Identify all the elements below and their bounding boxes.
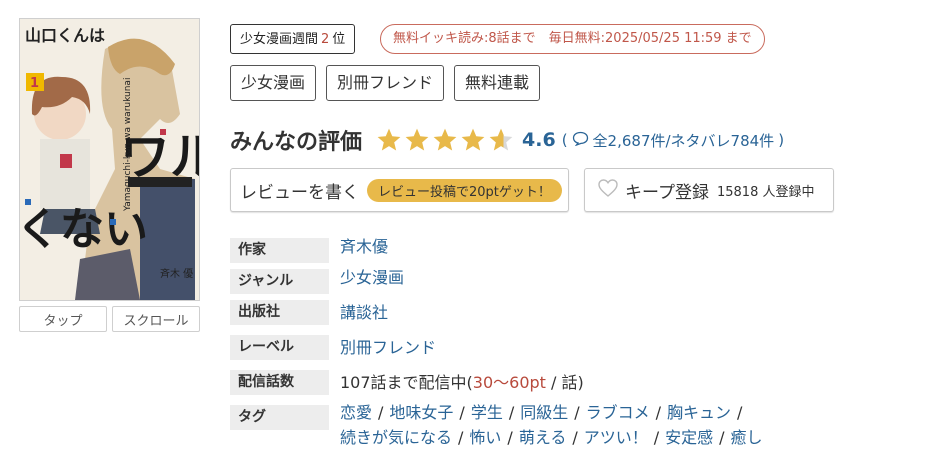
tag-separator: /	[378, 403, 384, 422]
keep-button[interactable]: キープ登録 15818 人登録中	[584, 168, 834, 212]
write-review-button[interactable]: レビューを書く レビュー投稿で20ptゲット！	[230, 168, 569, 212]
tag-link[interactable]: 学生	[471, 403, 503, 422]
chip-shoujo-manga[interactable]: 少女漫画	[230, 65, 317, 101]
speech-bubble-icon	[572, 131, 589, 150]
tag-link[interactable]: 同級生	[520, 403, 568, 422]
keep-label: キープ登録	[625, 182, 709, 203]
review-count-link[interactable]: ( 全2,687件/ネタバレ784件 )	[562, 130, 784, 151]
author-label: 作家	[230, 238, 329, 263]
rank-prefix: 少女漫画週間	[240, 32, 319, 47]
star-icon	[405, 128, 429, 151]
tag-link[interactable]: アツい！	[584, 428, 648, 447]
episodes-suffix: / 話)	[545, 373, 584, 392]
cover-romaji: Yamaguchi-kun wa warukunai	[123, 78, 133, 212]
category-chips: 少女漫画 別冊フレンド 無料連載	[230, 65, 541, 101]
publisher-link[interactable]: 講談社	[340, 302, 388, 324]
write-review-label: レビューを書く	[240, 182, 359, 203]
tag-separator: /	[508, 403, 515, 422]
keep-count: 15818 人登録中	[716, 184, 815, 200]
free-read-badge: 無料イッキ読み:8話まで 毎日無料:2025/05/25 11:59 まで	[380, 24, 765, 54]
tag-link[interactable]: 萌える	[519, 428, 567, 447]
genre-label: ジャンル	[230, 269, 329, 294]
star-icon	[377, 128, 401, 151]
open-paren: (	[561, 131, 568, 149]
tag-separator: /	[655, 403, 662, 422]
rating-stars	[376, 127, 514, 153]
star-icon	[461, 128, 485, 151]
tag-separator: /	[459, 403, 465, 422]
cover-volume: 1	[30, 76, 39, 91]
cover-title-text: 山口くんは	[25, 26, 105, 45]
chip-bessatsu-friend[interactable]: 別冊フレンド	[326, 65, 445, 101]
weekly-rank-badge[interactable]: 少女漫画週間 2 位	[230, 24, 356, 54]
episodes-price: 30〜60pt	[472, 373, 546, 392]
rating-score: 4.6	[522, 129, 556, 151]
scroll-tab[interactable]: スクロール	[112, 306, 200, 332]
tags-line-2: 続きが気になる / 怖い / 萌える / アツい！ / 安定感 / 癒し	[340, 427, 763, 449]
cover-view-tabs: タップ スクロール	[19, 306, 200, 332]
tag-link[interactable]: 続きが気になる	[340, 428, 452, 447]
tags-label: タグ	[230, 405, 329, 430]
publisher-label: 出版社	[230, 300, 329, 325]
tag-separator: /	[507, 428, 513, 447]
imprint-link[interactable]: 別冊フレンド	[340, 337, 436, 359]
star-icon	[489, 128, 513, 151]
rank-number: 2	[321, 32, 330, 47]
episodes-label: 配信話数	[230, 370, 329, 395]
tag-separator: /	[572, 428, 578, 447]
episodes-prefix: 107話まで配信中(	[340, 373, 473, 392]
review-count: 全2,687件/ネタバレ784件	[592, 131, 775, 150]
rating-title: みんなの評価	[230, 130, 363, 155]
tag-link[interactable]: ラブコメ	[586, 403, 650, 422]
star-icon	[433, 128, 457, 151]
cover-author: 斉木 優	[160, 267, 193, 280]
tag-separator: /	[458, 428, 464, 447]
rating-row: みんなの評価 4.6 ( 全2,687件/ネタバレ784件 )	[230, 124, 784, 156]
tag-link[interactable]: 怖い	[469, 428, 501, 447]
tag-link[interactable]: 安定感	[665, 428, 713, 447]
tag-separator: /	[653, 428, 660, 447]
tap-tab[interactable]: タップ	[19, 306, 107, 332]
heart-icon	[597, 178, 619, 202]
tag-separator: /	[574, 403, 580, 422]
close-paren: )	[778, 131, 785, 149]
chip-free-serial[interactable]: 無料連載	[454, 65, 541, 101]
tag-link[interactable]: 癒し	[731, 428, 763, 447]
tag-link[interactable]: 地味女子	[389, 403, 453, 422]
rank-suffix: 位	[332, 32, 346, 47]
tag-separator: /	[719, 428, 725, 447]
tag-separator: /	[737, 403, 743, 422]
tag-link[interactable]: 胸キュン	[667, 403, 731, 422]
genre-link[interactable]: 少女漫画	[340, 267, 404, 289]
tags-line-1: 恋愛 / 地味女子 / 学生 / 同級生 / ラブコメ / 胸キュン /	[340, 402, 748, 424]
tag-link[interactable]: 恋愛	[340, 403, 372, 422]
author-link[interactable]: 斉木優	[340, 236, 388, 258]
cover-image[interactable]: 山口くんは 1 ワル くない Yamaguchi-kun wa warukuna…	[19, 18, 200, 301]
imprint-label: レーベル	[230, 335, 329, 360]
episodes-value: 107話まで配信中(30〜60pt / 話)	[340, 372, 584, 394]
review-promo-badge: レビュー投稿で20ptゲット！	[367, 178, 562, 202]
